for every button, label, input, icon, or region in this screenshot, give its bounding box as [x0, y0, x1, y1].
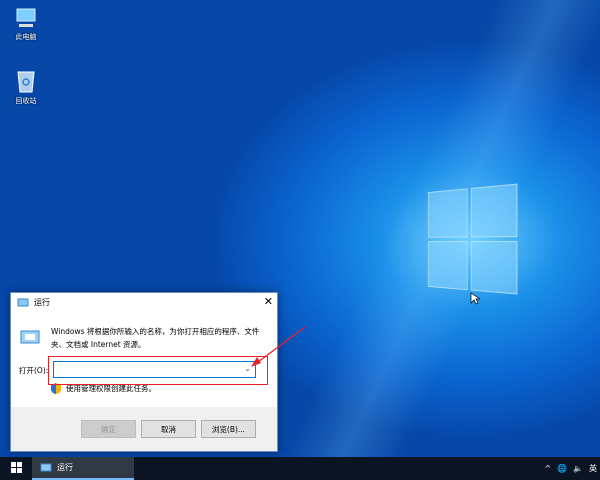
annotation-arrow	[251, 326, 306, 367]
chevron-up-icon[interactable]: ^	[544, 464, 551, 473]
ime-indicator[interactable]: 英	[589, 463, 597, 474]
taskbar-app-label: 运行	[57, 463, 73, 472]
taskbar-app-run[interactable]: 运行	[32, 457, 134, 480]
start-button[interactable]	[0, 462, 32, 475]
taskbar: 运行 ^ 🌐 🔈 英	[0, 457, 600, 480]
windows-start-icon	[10, 462, 22, 473]
volume-icon[interactable]: 🔈	[573, 464, 583, 473]
run-icon	[40, 463, 52, 472]
network-icon[interactable]: 🌐	[557, 464, 567, 473]
